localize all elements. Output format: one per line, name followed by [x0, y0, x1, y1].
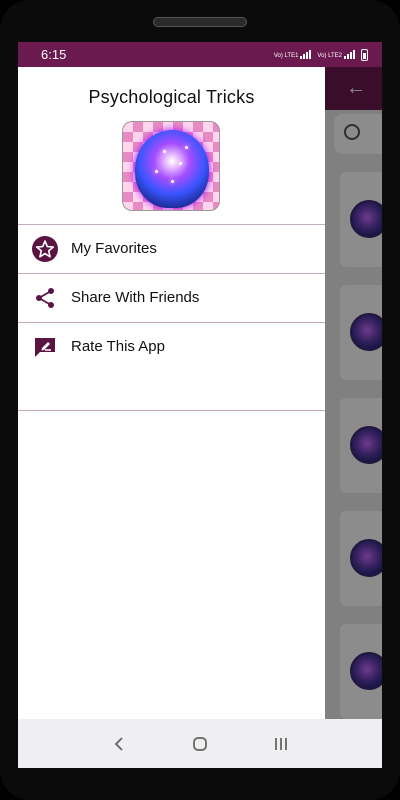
home-nav-icon[interactable]: [185, 729, 215, 759]
menu-divider: [18, 410, 325, 411]
battery-icon: [361, 48, 368, 61]
signal-bars-icon: [300, 50, 312, 59]
status-icons: Vo) LTE1 Vo) LTE2: [274, 48, 368, 61]
system-nav-bar: [18, 719, 382, 768]
menu-item-favorites[interactable]: My Favorites: [18, 224, 325, 272]
star-icon: [32, 235, 58, 262]
signal-bars-icon: [344, 50, 355, 59]
drawer-header: Psychological Tricks: [18, 67, 325, 224]
back-nav-icon[interactable]: [104, 729, 134, 759]
recents-nav-icon[interactable]: [266, 729, 296, 759]
screen: 6:15 Vo) LTE1 Vo) LTE2 ← Psychological T…: [18, 42, 382, 768]
app-logo: [122, 121, 220, 211]
navigation-drawer: Psychological Tricks My Favorites Share …: [18, 67, 325, 719]
status-time: 6:15: [41, 47, 67, 62]
status-bar: 6:15 Vo) LTE1 Vo) LTE2: [18, 42, 382, 67]
sim2-signal: Vo) LTE2: [317, 50, 355, 59]
menu-item-label: Rate This App: [71, 338, 165, 355]
rate-icon: [32, 334, 58, 360]
sim2-label: Vo) LTE2: [317, 53, 342, 59]
sim1-signal: Vo) LTE1: [274, 50, 312, 59]
menu-item-rate[interactable]: Rate This App: [18, 322, 325, 370]
drawer-title: Psychological Tricks: [88, 87, 255, 107]
menu-item-share[interactable]: Share With Friends: [18, 273, 325, 321]
phone-frame: 6:15 Vo) LTE1 Vo) LTE2 ← Psychological T…: [0, 0, 400, 800]
share-icon: [32, 285, 58, 311]
sim1-label: Vo) LTE1: [273, 53, 299, 59]
speaker-grille: [153, 17, 247, 27]
menu-item-label: My Favorites: [71, 240, 157, 257]
menu-item-label: Share With Friends: [71, 289, 200, 306]
brain-image: [135, 130, 209, 208]
